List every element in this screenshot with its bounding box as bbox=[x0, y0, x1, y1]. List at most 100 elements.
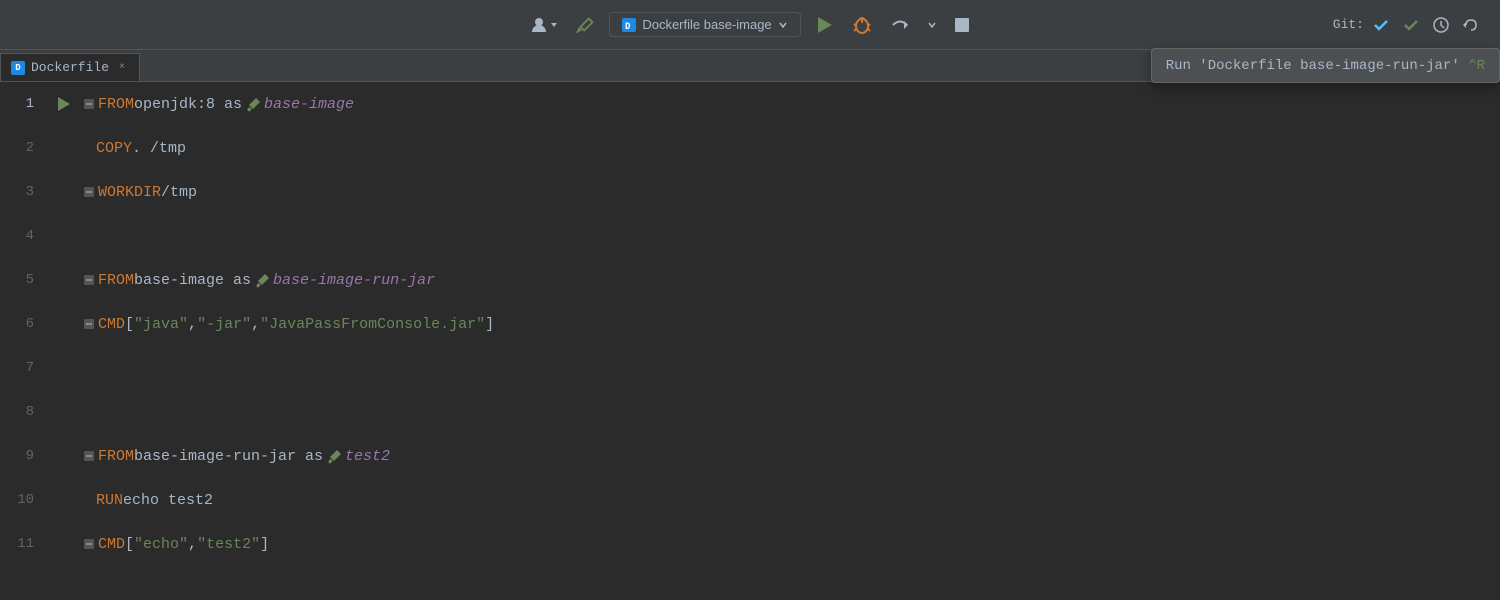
line-number-1: 1 bbox=[0, 82, 42, 126]
token: test2 bbox=[345, 448, 390, 465]
token: "test2" bbox=[197, 536, 260, 553]
token: base-image-run-jar bbox=[273, 272, 435, 289]
token: "-jar" bbox=[197, 316, 251, 333]
git-section: Git: bbox=[1333, 12, 1484, 38]
token: base-image-run-jar as bbox=[134, 448, 323, 465]
git-revert-button[interactable] bbox=[1458, 12, 1484, 38]
code-line-2: COPY . /tmp bbox=[78, 126, 1500, 170]
run-config-label: Dockerfile base-image bbox=[642, 17, 771, 32]
build-button[interactable] bbox=[571, 10, 601, 40]
line-number-5: 5 bbox=[0, 258, 42, 302]
toolbar-center: D Dockerfile base-image bbox=[525, 10, 974, 40]
fold-icon-1[interactable] bbox=[82, 97, 96, 111]
token: "echo" bbox=[134, 536, 188, 553]
debug-button[interactable] bbox=[847, 10, 877, 40]
run-gutter-11 bbox=[50, 522, 78, 566]
line-number-7: 7 bbox=[0, 346, 42, 390]
dockerfile-tab[interactable]: D Dockerfile × bbox=[0, 53, 140, 81]
token: [ bbox=[125, 316, 134, 333]
stage-icon bbox=[246, 96, 262, 113]
tab-label: Dockerfile bbox=[31, 60, 109, 75]
git-update-button[interactable] bbox=[1368, 12, 1394, 38]
tooltip-text: Run 'Dockerfile base-image-run-jar' bbox=[1166, 58, 1460, 74]
token: CMD bbox=[98, 536, 125, 553]
run-gutter-10 bbox=[50, 478, 78, 522]
token: base-image bbox=[264, 96, 354, 113]
code-line-5: FROM base-image as base-image-run-jar bbox=[78, 258, 1500, 302]
run-gutter-1[interactable] bbox=[50, 82, 78, 126]
code-line-1: FROM openjdk:8 as base-image bbox=[78, 82, 1500, 126]
token: base-image as bbox=[134, 272, 251, 289]
code-line-10: RUN echo test2 bbox=[78, 478, 1500, 522]
token: FROM bbox=[98, 272, 134, 289]
code-area: FROM openjdk:8 as base-image COPY . /tmp… bbox=[78, 82, 1500, 600]
token: WORKDIR bbox=[98, 184, 161, 201]
tooltip-shortcut: ⌃R bbox=[1468, 58, 1485, 74]
stage-icon bbox=[255, 272, 271, 289]
token: "JavaPassFromConsole.jar" bbox=[260, 316, 485, 333]
run-dropdown-button[interactable] bbox=[923, 16, 941, 34]
tab-close-button[interactable]: × bbox=[115, 61, 129, 75]
line-number-10: 10 bbox=[0, 478, 42, 522]
code-line-6: CMD ["java", "-jar", "JavaPassFromConsol… bbox=[78, 302, 1500, 346]
token: CMD bbox=[98, 316, 125, 333]
token: FROM bbox=[98, 448, 134, 465]
code-line-7 bbox=[78, 346, 1500, 390]
token: /tmp bbox=[161, 184, 197, 201]
git-label: Git: bbox=[1333, 17, 1364, 32]
line-number-9: 9 bbox=[0, 434, 42, 478]
code-line-3: WORKDIR /tmp bbox=[78, 170, 1500, 214]
token: . /tmp bbox=[132, 140, 186, 157]
code-line-8 bbox=[78, 390, 1500, 434]
run-config-button[interactable]: D Dockerfile base-image bbox=[609, 12, 800, 37]
line-number-11: 11 bbox=[0, 522, 42, 566]
stage-icon bbox=[327, 448, 343, 465]
token: RUN bbox=[96, 492, 123, 509]
line-number-4: 4 bbox=[0, 214, 42, 258]
token: echo test2 bbox=[123, 492, 213, 509]
token: [ bbox=[125, 536, 134, 553]
stop-button[interactable] bbox=[949, 12, 975, 38]
editor: 1234567891011 FROM openjdk:8 as base-ima… bbox=[0, 82, 1500, 600]
run-gutter-6 bbox=[50, 302, 78, 346]
fold-icon-6[interactable] bbox=[82, 317, 96, 331]
run-button[interactable] bbox=[809, 10, 839, 40]
line-number-2: 2 bbox=[0, 126, 42, 170]
run-gutter-5 bbox=[50, 258, 78, 302]
code-line-9: FROM base-image-run-jar as test2 bbox=[78, 434, 1500, 478]
line-number-8: 8 bbox=[0, 390, 42, 434]
token: ] bbox=[260, 536, 269, 553]
token: , bbox=[188, 536, 197, 553]
line-number-6: 6 bbox=[0, 302, 42, 346]
toolbar: D Dockerfile base-image bbox=[0, 0, 1500, 50]
line-numbers: 1234567891011 bbox=[0, 82, 50, 600]
token: "java" bbox=[134, 316, 188, 333]
user-button[interactable] bbox=[525, 11, 563, 39]
fold-icon-9[interactable] bbox=[82, 449, 96, 463]
coverage-button[interactable] bbox=[885, 10, 915, 40]
run-gutter-7 bbox=[50, 346, 78, 390]
tab-icon: D bbox=[11, 61, 25, 75]
fold-icon-5[interactable] bbox=[82, 273, 96, 287]
run-gutter-9 bbox=[50, 434, 78, 478]
token: COPY bbox=[96, 140, 132, 157]
token: FROM bbox=[98, 96, 134, 113]
run-tooltip: Run 'Dockerfile base-image-run-jar' ⌃R bbox=[1151, 48, 1500, 83]
code-line-11: CMD [ "echo", "test2"] bbox=[78, 522, 1500, 566]
run-gutter-4 bbox=[50, 214, 78, 258]
git-history-button[interactable] bbox=[1428, 12, 1454, 38]
run-gutter-8 bbox=[50, 390, 78, 434]
svg-text:D: D bbox=[625, 22, 631, 32]
run-gutter-2 bbox=[50, 126, 78, 170]
token: , bbox=[251, 316, 260, 333]
git-commit-button[interactable] bbox=[1398, 12, 1424, 38]
run-gutter bbox=[50, 82, 78, 600]
fold-icon-3[interactable] bbox=[82, 185, 96, 199]
code-line-4 bbox=[78, 214, 1500, 258]
fold-icon-11[interactable] bbox=[82, 537, 96, 551]
line-number-3: 3 bbox=[0, 170, 42, 214]
run-gutter-3 bbox=[50, 170, 78, 214]
token: , bbox=[188, 316, 197, 333]
toolbar-right: Git: bbox=[1333, 12, 1484, 38]
token: ] bbox=[485, 316, 494, 333]
